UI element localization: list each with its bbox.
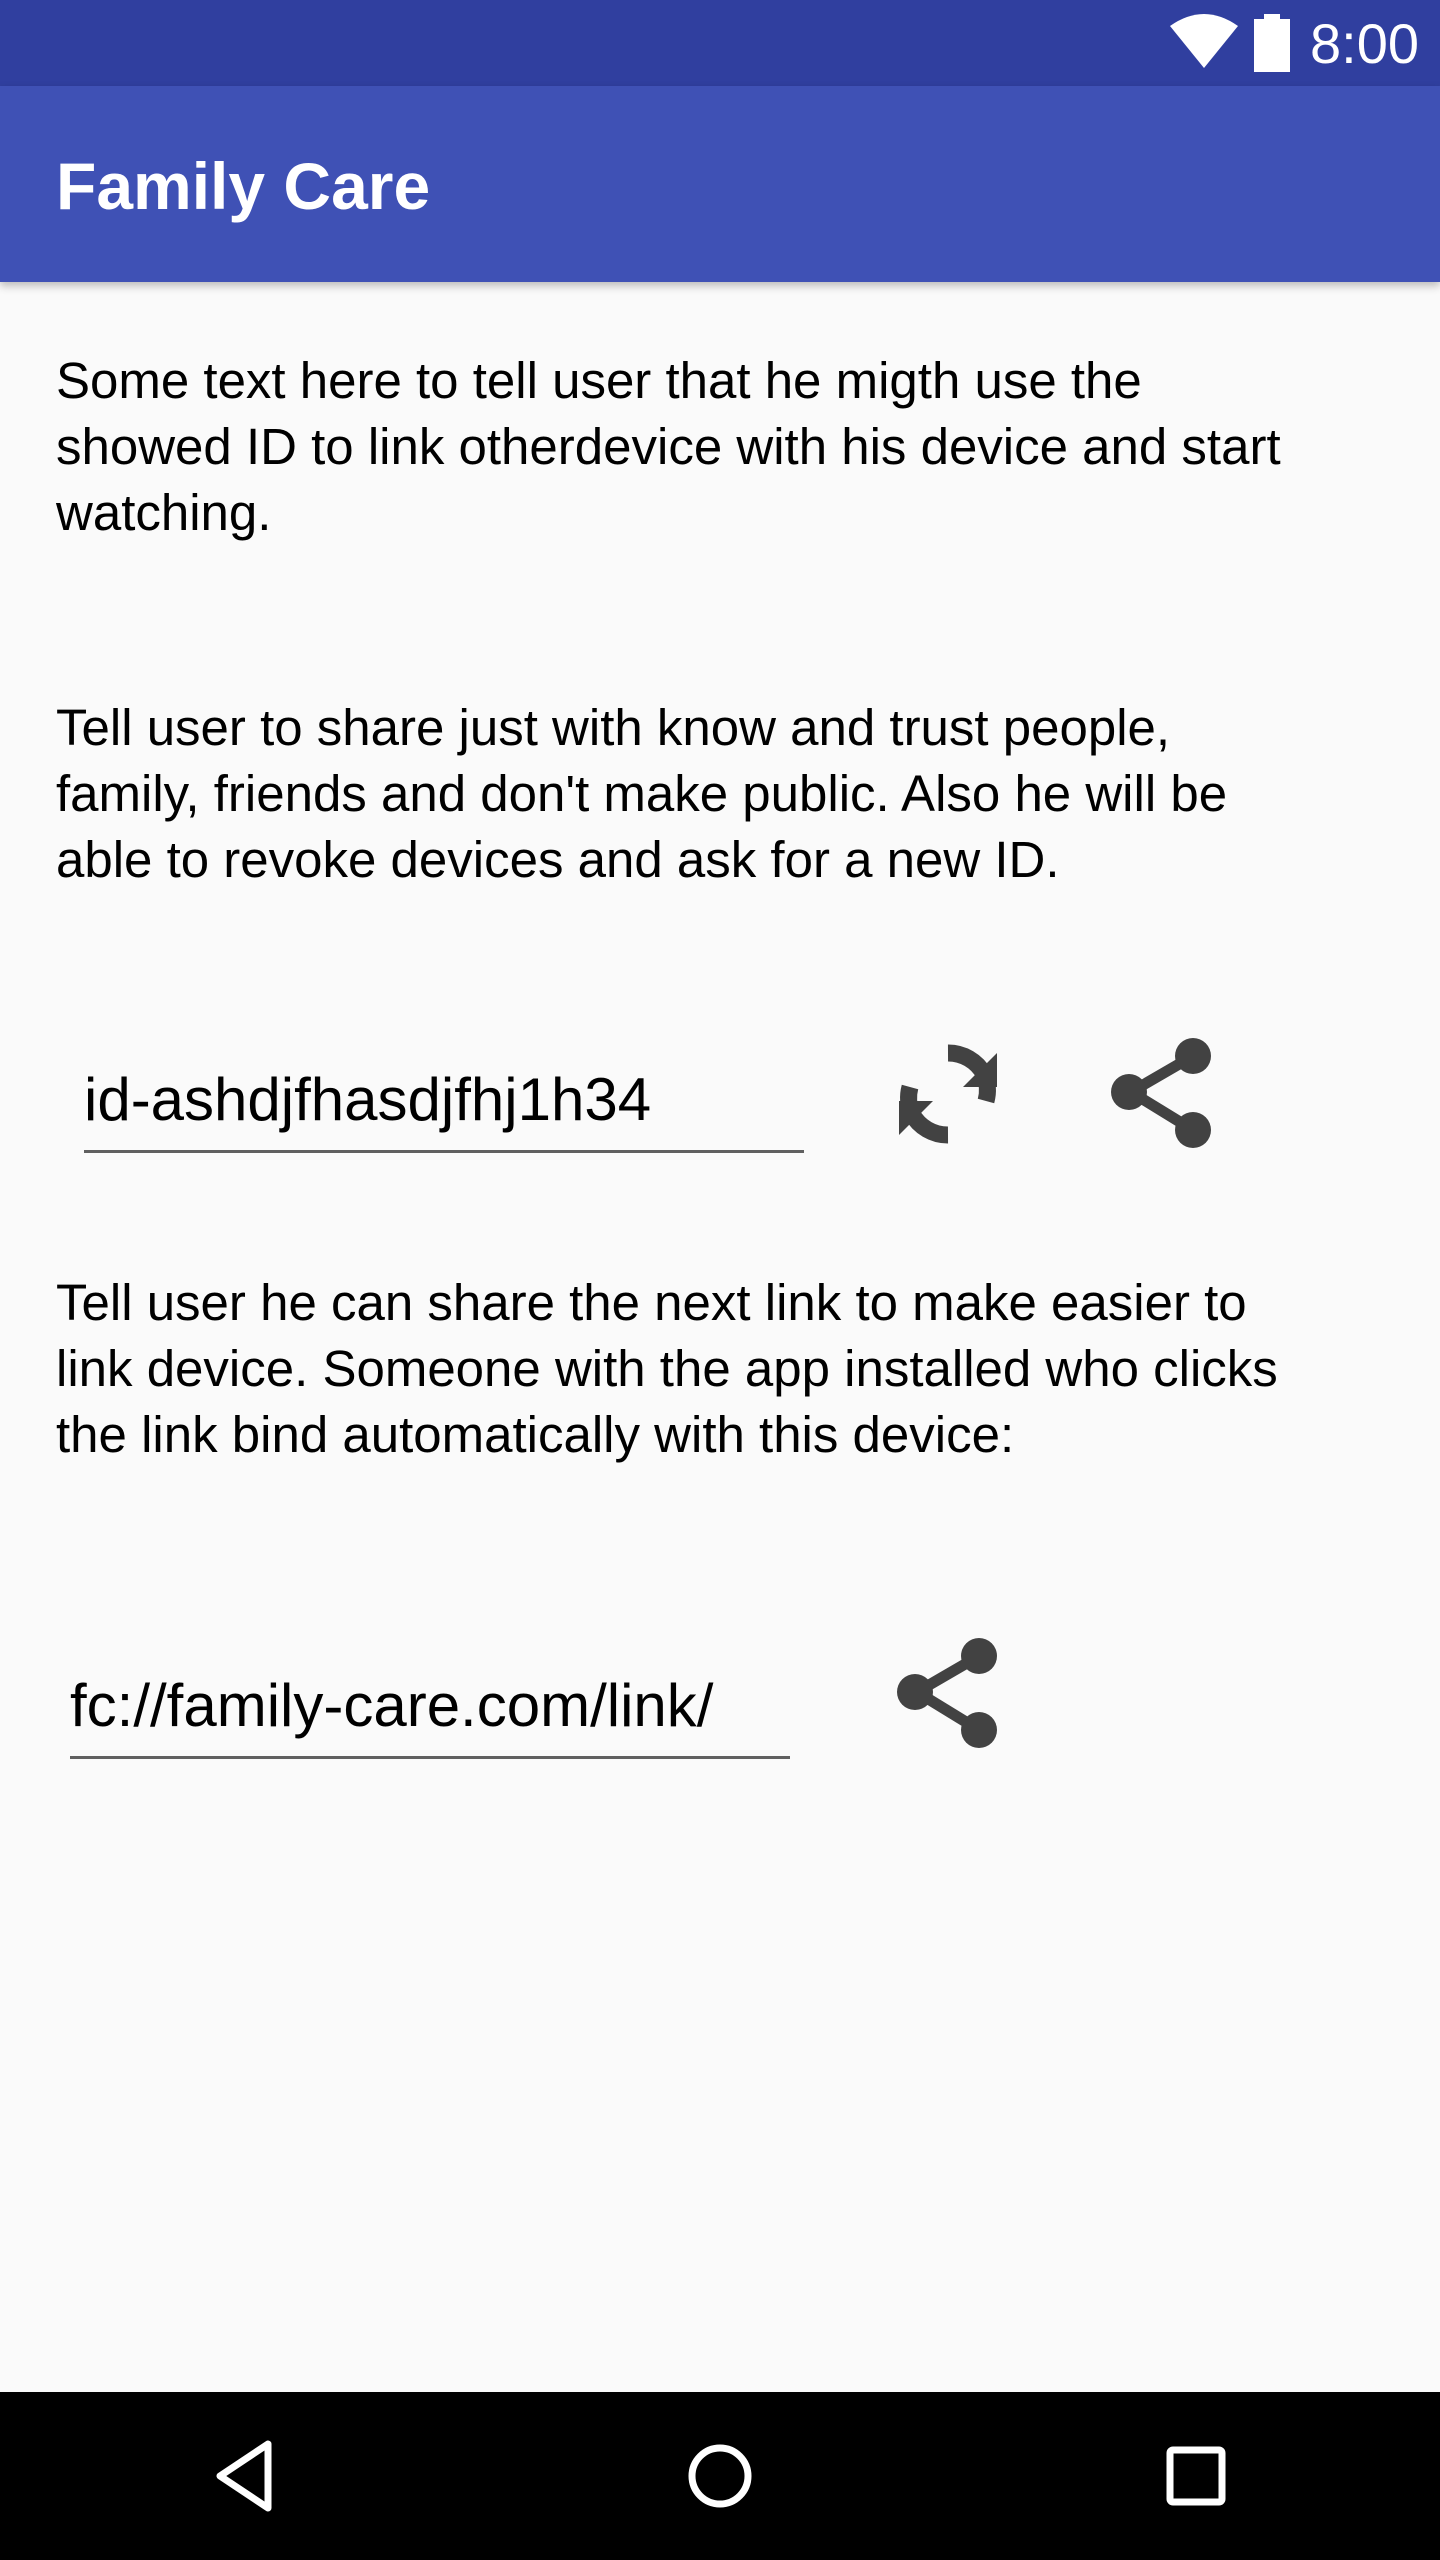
warning-text: Tell user to share just with know and tr… <box>56 699 1228 888</box>
share-icon <box>1111 1038 1211 1148</box>
main-content: Some text here to tell user that he migt… <box>0 282 1440 2392</box>
intro-text: Some text here to tell user that he migt… <box>56 352 1281 541</box>
battery-icon <box>1254 14 1290 72</box>
link-info-text: Tell user he can share the next link to … <box>56 1274 1278 1463</box>
share-icon <box>897 1638 997 1748</box>
wifi-icon <box>1170 14 1238 68</box>
home-icon <box>688 2444 752 2508</box>
refresh-icon <box>899 1044 997 1144</box>
navigation-bar <box>0 2392 1440 2560</box>
share-link-field[interactable]: fc://family-care.com/link/ <box>70 1670 790 1759</box>
share-link-button[interactable] <box>888 1634 1008 1754</box>
home-button[interactable] <box>670 2426 770 2526</box>
back-button[interactable] <box>196 2426 296 2526</box>
refresh-id-button[interactable] <box>888 1034 1008 1154</box>
share-id-button[interactable] <box>1102 1034 1222 1154</box>
status-time: 8:00 <box>1310 12 1419 75</box>
status-bar: 8:00 <box>0 0 1440 86</box>
back-icon <box>216 2440 272 2512</box>
device-id-field[interactable]: id-ashdjfhasdjfhj1h34 <box>84 1064 804 1153</box>
page-title: Family Care <box>56 149 431 223</box>
app-bar: Family Care <box>0 86 1440 282</box>
recents-icon <box>1166 2446 1226 2506</box>
recents-button[interactable] <box>1146 2426 1246 2526</box>
